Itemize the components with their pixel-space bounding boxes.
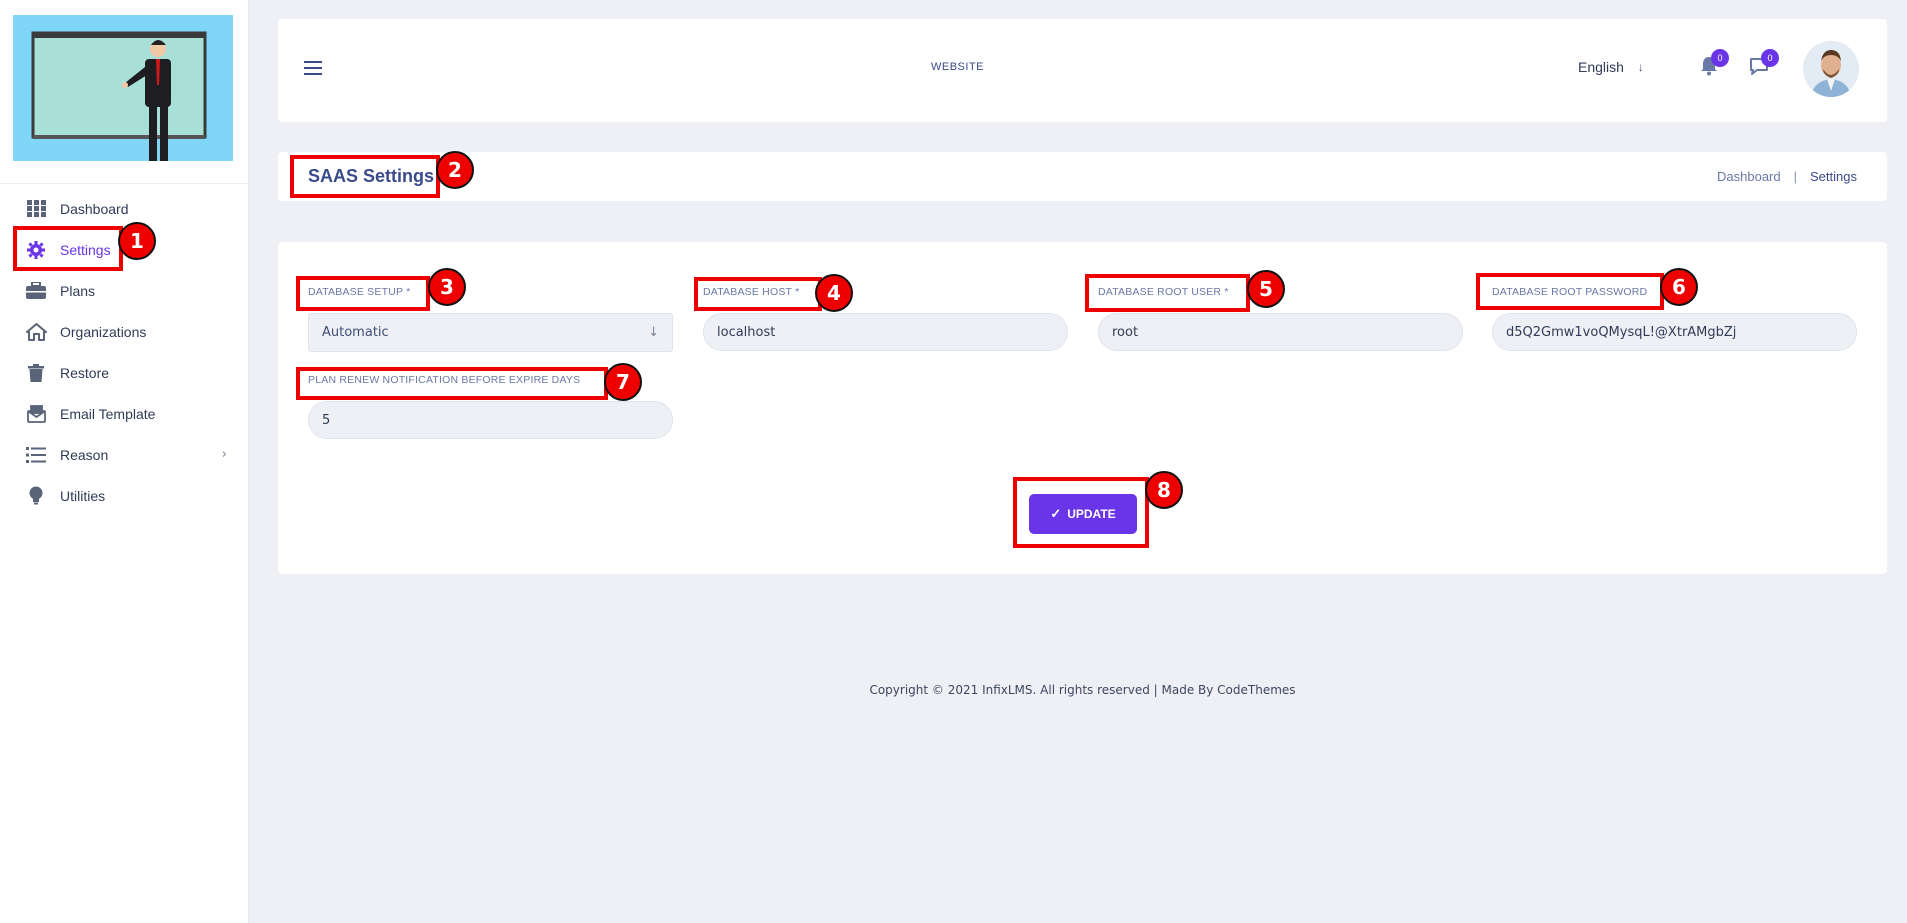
database-root-user-input[interactable]: root [1098, 313, 1463, 351]
sidebar-divider [0, 183, 249, 184]
notification-badge: 0 [1711, 49, 1729, 67]
database-host-field: DATABASE HOST * localhost [703, 286, 1068, 351]
grid-icon [25, 199, 47, 219]
menu-toggle-icon[interactable] [304, 61, 322, 75]
footer-copyright: Copyright © 2021 InfixLMS. All rights re… [869, 683, 1296, 697]
messages-button[interactable]: 0 [1748, 49, 1779, 83]
database-setup-select[interactable]: Automatic ↓ [308, 313, 673, 352]
sidebar-item-label: Organizations [60, 323, 147, 340]
sidebar-item-label: Email Template [60, 405, 156, 422]
lightbulb-icon [25, 486, 47, 506]
page-title: SAAS Settings [308, 166, 435, 186]
arrow-down-icon: ↓ [648, 325, 659, 340]
home-icon [25, 322, 47, 342]
update-button-label: UPDATE [1067, 507, 1116, 521]
sidebar-item-label: Restore [60, 364, 110, 381]
annotation-marker: 5 [1247, 270, 1285, 308]
plan-renew-days-input[interactable]: 5 [308, 401, 673, 439]
sidebar-item-utilities[interactable]: Utilities [0, 475, 249, 516]
breadcrumb-current: Settings [1810, 169, 1857, 184]
database-root-password-input[interactable]: d5Q2Gmw1voQMysqL!@XtrAMgbZj [1492, 313, 1857, 351]
sidebar: Dashboard Settings Plans Organizations R… [0, 0, 249, 923]
briefcase-icon [25, 281, 47, 301]
message-badge: 0 [1761, 49, 1779, 67]
sidebar-item-plans[interactable]: Plans [0, 270, 249, 311]
checkmark-icon: ✓ [1050, 506, 1062, 521]
sidebar-item-restore[interactable]: Restore [0, 352, 249, 393]
database-host-input[interactable]: localhost [703, 313, 1068, 351]
annotation-marker: 8 [1145, 471, 1183, 509]
database-setup-value: Automatic [322, 325, 389, 340]
sidebar-item-label: Dashboard [60, 200, 129, 217]
logo-image [13, 15, 233, 161]
settings-form-card: DATABASE SETUP * Automatic ↓ DATABASE HO… [278, 242, 1887, 574]
arrow-down-icon: ↓ [1637, 60, 1644, 74]
database-setup-label: DATABASE SETUP * [308, 286, 411, 298]
update-button[interactable]: ✓ UPDATE [1029, 494, 1137, 534]
sidebar-item-label: Reason [60, 446, 109, 463]
breadcrumb-dashboard-link[interactable]: Dashboard [1717, 169, 1781, 184]
sidebar-item-label: Settings [60, 241, 111, 258]
sidebar-item-label: Utilities [60, 487, 106, 504]
envelope-icon [25, 404, 47, 424]
sidebar-item-label: Plans [60, 282, 96, 299]
language-selector[interactable]: English ↓ [1578, 59, 1644, 75]
annotation-marker: 6 [1660, 268, 1698, 306]
gear-icon [25, 240, 47, 260]
list-icon [25, 445, 47, 465]
annotation-marker: 1 [118, 222, 156, 260]
annotation-marker: 2 [436, 151, 474, 189]
notifications-button[interactable]: 0 [1698, 49, 1729, 83]
website-link[interactable]: WEBSITE [931, 61, 984, 73]
chevron-right-icon: › [221, 447, 227, 462]
trash-icon [25, 363, 47, 383]
sidebar-item-organizations[interactable]: Organizations [0, 311, 249, 352]
annotation-marker: 4 [815, 274, 853, 312]
language-label: English [1578, 59, 1624, 75]
top-header: WEBSITE English ↓ 0 0 [278, 19, 1887, 122]
page-title-bar: SAAS Settings Dashboard | Settings [278, 152, 1887, 201]
annotation-marker: 7 [604, 363, 642, 401]
avatar[interactable] [1803, 41, 1859, 97]
sidebar-item-reason[interactable]: Reason › [0, 434, 249, 475]
database-host-label: DATABASE HOST * [703, 286, 800, 298]
sidebar-item-email-template[interactable]: Email Template [0, 393, 249, 434]
breadcrumb-separator: | [1793, 169, 1798, 184]
database-setup-field: DATABASE SETUP * Automatic ↓ [308, 286, 673, 352]
breadcrumb: Dashboard | Settings [1717, 169, 1857, 184]
annotation-marker: 3 [428, 268, 466, 306]
sidebar-item-dashboard[interactable]: Dashboard [0, 188, 249, 229]
